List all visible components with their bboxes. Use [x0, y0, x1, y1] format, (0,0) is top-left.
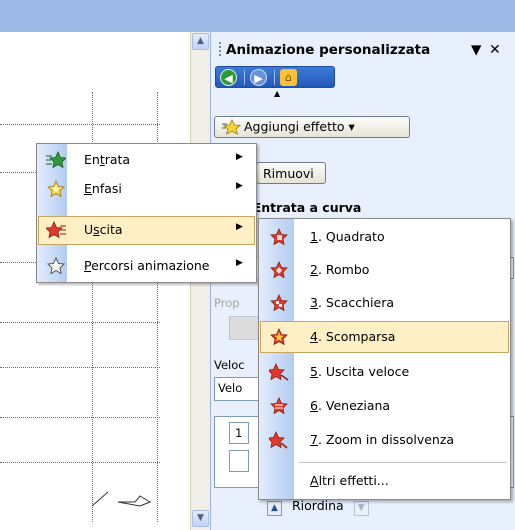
- submenu-item-more-effects[interactable]: Altri effetti...: [260, 465, 509, 497]
- home-icon[interactable]: ⌂: [280, 69, 297, 86]
- exit-effect-star-icon: [269, 397, 288, 415]
- collapse-icon[interactable]: ▲: [274, 89, 280, 98]
- submenu-item-checkerboard[interactable]: 3. Scacchiera: [260, 287, 509, 319]
- menu-item-label: Enfasi: [84, 181, 122, 196]
- add-effect-menu: Entrata ▶ Enfasi ▶ Uscita ▶ Percorsi ani…: [36, 143, 257, 283]
- motion-path-star-icon: [46, 256, 66, 275]
- reorder-label: Riordina: [292, 498, 344, 513]
- move-down-icon[interactable]: ▼: [353, 501, 369, 516]
- submenu-item-label: 3. Scacchiera: [310, 295, 394, 310]
- close-icon[interactable]: ✕: [489, 42, 501, 58]
- submenu-item-label: 2. Rombo: [310, 262, 370, 277]
- back-icon[interactable]: ◀: [220, 69, 237, 86]
- menu-item-label: Uscita: [84, 222, 123, 237]
- menu-item-exit[interactable]: Uscita ▶: [38, 216, 255, 245]
- exit-effect-star-icon: [267, 431, 288, 449]
- menu-item-motion-paths[interactable]: Percorsi animazione ▶: [38, 252, 255, 281]
- list-number: 1: [235, 426, 243, 440]
- menu-separator: [299, 462, 507, 463]
- remove-label: Rimuovi: [263, 166, 314, 181]
- list-item-number[interactable]: [229, 450, 249, 472]
- exit-effect-star-icon: [269, 261, 288, 279]
- submenu-item-label: 1. Quadrato: [310, 229, 385, 244]
- nav-separator: [244, 70, 245, 85]
- speed-value: Velo: [218, 381, 243, 395]
- submenu-item-fade-zoom[interactable]: 7. Zoom in dissolvenza: [260, 424, 509, 456]
- exit-effect-star-icon: [269, 328, 288, 346]
- submenu-item-label: 6. Veneziana: [310, 398, 391, 413]
- submenu-item-label: 7. Zoom in dissolvenza: [310, 432, 455, 447]
- grip-icon[interactable]: [219, 42, 222, 56]
- chevron-down-icon[interactable]: ▼: [471, 42, 481, 58]
- menu-item-entrance[interactable]: Entrata ▶: [38, 146, 255, 175]
- slide-guide: [0, 124, 160, 125]
- speed-label: Veloc: [214, 358, 245, 372]
- reorder-controls: ▲ Riordina ▼: [267, 498, 369, 516]
- move-up-icon[interactable]: ▲: [267, 501, 282, 516]
- slide-guide: [0, 462, 160, 463]
- title-strip: [0, 0, 515, 32]
- speed-select[interactable]: Velo: [214, 377, 259, 401]
- submenu-item-disappear[interactable]: 4. Scomparsa: [260, 321, 509, 353]
- add-effect-button[interactable]: Aggiungi effetto ▾: [214, 116, 410, 138]
- submenu-arrow-icon: ▶: [236, 152, 243, 162]
- emphasis-star-icon: [46, 180, 65, 198]
- submenu-item-label: Altri effetti...: [310, 473, 389, 488]
- submenu-item-label: 4. Scomparsa: [310, 329, 396, 344]
- exit-effect-star-icon: [269, 294, 288, 312]
- exit-effect-star-icon: [269, 228, 288, 246]
- pane-title-text: Animazione personalizzata: [226, 42, 431, 58]
- motion-path-shape: [91, 491, 152, 507]
- menu-item-emphasis[interactable]: Enfasi ▶: [38, 175, 255, 204]
- menu-item-label: Entrata: [84, 152, 131, 167]
- slide-guide: [0, 322, 160, 323]
- submenu-item-diamond[interactable]: 2. Rombo: [260, 254, 509, 286]
- nav-separator: [274, 70, 275, 85]
- submenu-item-square[interactable]: 1. Quadrato: [260, 221, 509, 253]
- pane-title: Animazione personalizzata ▼ ✕: [219, 42, 509, 64]
- exit-star-icon: [45, 221, 66, 239]
- exit-effects-submenu: 1. Quadrato 2. Rombo 3. Scacchiera 4. Sc…: [258, 218, 511, 500]
- submenu-item-label: 5. Uscita veloce: [310, 364, 410, 379]
- pane-navigation: ◀ ▶ ⌂: [215, 66, 335, 88]
- submenu-item-blinds[interactable]: 6. Veneziana: [260, 390, 509, 422]
- remove-button[interactable]: Rimuovi: [256, 162, 326, 184]
- property-label: Prop: [214, 296, 240, 310]
- forward-icon[interactable]: ▶: [250, 69, 267, 86]
- add-effect-label: Aggiungi effetto ▾: [244, 119, 355, 134]
- submenu-arrow-icon: ▶: [236, 258, 243, 268]
- scroll-down-button[interactable]: ▼: [192, 510, 209, 527]
- entrance-star-icon: [46, 151, 67, 169]
- submenu-arrow-icon: ▶: [236, 222, 243, 232]
- exit-effect-star-icon: [267, 363, 289, 381]
- scroll-up-button[interactable]: ▲: [192, 33, 209, 50]
- list-item-number[interactable]: 1: [229, 422, 249, 444]
- submenu-item-fly-out[interactable]: 5. Uscita veloce: [260, 356, 509, 388]
- slide-guide: [0, 417, 160, 418]
- menu-item-label: Percorsi animazione: [84, 258, 210, 273]
- slide-guide: [0, 367, 160, 368]
- add-effect-star-icon: [221, 119, 241, 138]
- submenu-arrow-icon: ▶: [236, 181, 243, 191]
